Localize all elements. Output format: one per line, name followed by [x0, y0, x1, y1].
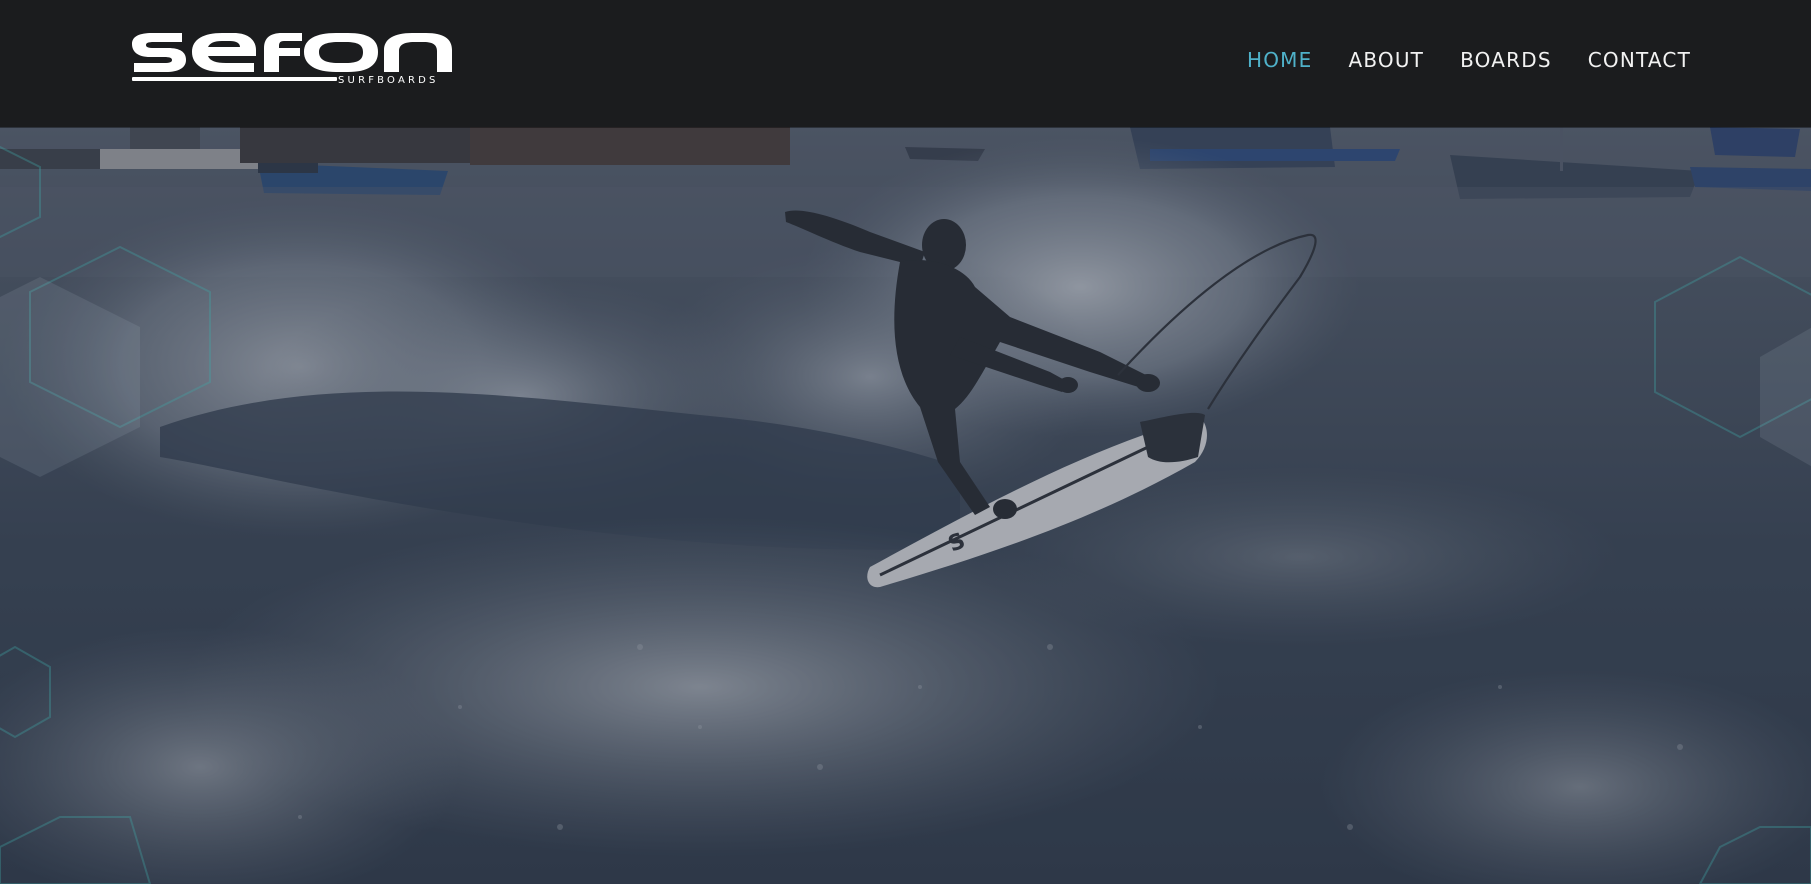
- brand-tagline: SURFBOARDS: [338, 75, 439, 86]
- nav-link-about[interactable]: ABOUT: [1348, 46, 1424, 74]
- nav-item-boards: BOARDS: [1460, 46, 1552, 74]
- nav-item-contact: CONTACT: [1588, 46, 1691, 74]
- site-header: SURFBOARDS HOME ABOUT BOARDS CONTACT: [0, 0, 1811, 127]
- nav-link-contact[interactable]: CONTACT: [1588, 46, 1691, 74]
- nav-item-home: HOME: [1247, 46, 1312, 74]
- nav-item-about: ABOUT: [1348, 46, 1424, 74]
- brand-logo[interactable]: SURFBOARDS: [130, 30, 475, 90]
- nav-link-boards[interactable]: BOARDS: [1460, 46, 1552, 74]
- brand-logo-graphic: SURFBOARDS: [132, 33, 452, 86]
- main-nav: HOME ABOUT BOARDS CONTACT: [1211, 46, 1691, 74]
- hero-image: S: [0, 127, 1811, 884]
- hero-banner: S: [0, 127, 1811, 884]
- nav-link-home[interactable]: HOME: [1247, 46, 1312, 74]
- page: SURFBOARDS HOME ABOUT BOARDS CONTACT S: [0, 0, 1811, 884]
